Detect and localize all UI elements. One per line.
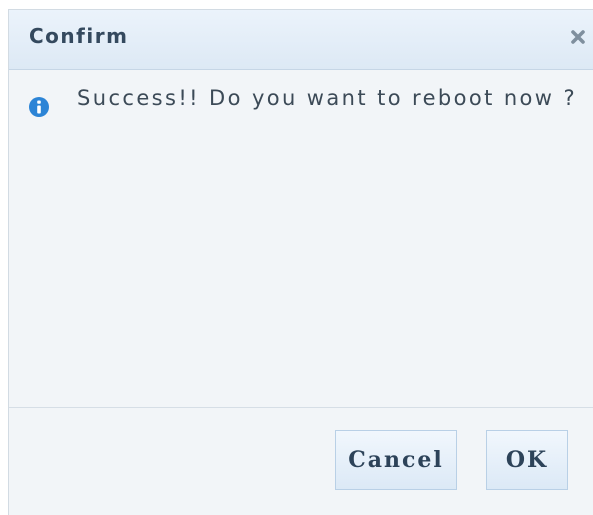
dialog-title: Confirm xyxy=(29,24,129,48)
dialog-titlebar: Confirm xyxy=(9,10,593,70)
cancel-button[interactable]: Cancel xyxy=(335,430,457,490)
dialog-content: Success!! Do you want to reboot now ? xyxy=(9,70,593,407)
confirm-dialog: Confirm Success!! Do you want to reboot … xyxy=(8,9,593,515)
info-icon xyxy=(28,96,50,118)
dialog-message: Success!! Do you want to reboot now ? xyxy=(77,86,578,110)
footer-separator xyxy=(9,407,593,408)
ok-button[interactable]: OK xyxy=(486,430,568,490)
close-icon[interactable] xyxy=(567,26,589,48)
